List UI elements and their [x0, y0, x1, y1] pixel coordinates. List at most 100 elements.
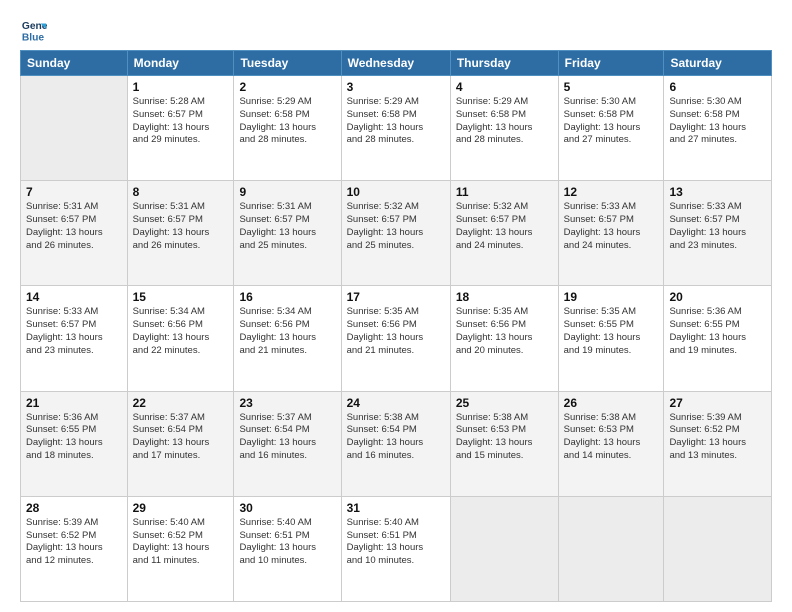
day-cell: 27 Sunrise: 5:39 AM Sunset: 6:52 PM Dayli… — [664, 391, 772, 496]
day-info: Sunrise: 5:29 AM Sunset: 6:58 PM Dayligh… — [347, 96, 445, 147]
day-cell: 10Sunrise: 5:32 AM Sunset: 6:57 PM Dayli… — [341, 181, 450, 286]
day-info: Sunrise: 5:38 AM Sunset: 6:54 PM Dayligh… — [347, 412, 445, 463]
day-cell: 21Sunrise: 5:36 AM Sunset: 6:55 PM Dayli… — [21, 391, 128, 496]
day-info: Sunrise: 5:40 AM Sunset: 6:52 PM Dayligh… — [133, 517, 229, 568]
day-cell: 13 Sunrise: 5:33 AM Sunset: 6:57 PM Dayli… — [664, 181, 772, 286]
day-number: 16 — [239, 290, 335, 304]
day-cell: 22 Sunrise: 5:37 AM Sunset: 6:54 PM Dayli… — [127, 391, 234, 496]
header-cell-saturday: Saturday — [664, 51, 772, 76]
day-cell: 15 Sunrise: 5:34 AM Sunset: 6:56 PM Dayli… — [127, 286, 234, 391]
header-row: SundayMondayTuesdayWednesdayThursdayFrid… — [21, 51, 772, 76]
day-number: 13 — [669, 185, 766, 199]
day-cell: 6 Sunrise: 5:30 AM Sunset: 6:58 PM Daylig… — [664, 76, 772, 181]
day-info: Sunrise: 5:33 AM Sunset: 6:57 PM Dayligh… — [564, 201, 659, 252]
day-number: 11 — [456, 185, 553, 199]
day-number: 20 — [669, 290, 766, 304]
day-cell: 8 Sunrise: 5:31 AM Sunset: 6:57 PM Daylig… — [127, 181, 234, 286]
day-info: Sunrise: 5:35 AM Sunset: 6:56 PM Dayligh… — [456, 306, 553, 357]
day-number: 18 — [456, 290, 553, 304]
day-number: 29 — [133, 501, 229, 515]
week-row-1: 1Sunrise: 5:28 AM Sunset: 6:57 PM Daylig… — [21, 76, 772, 181]
day-number: 26 — [564, 396, 659, 410]
day-cell — [558, 496, 664, 601]
day-cell: 18 Sunrise: 5:35 AM Sunset: 6:56 PM Dayli… — [450, 286, 558, 391]
day-info: Sunrise: 5:37 AM Sunset: 6:54 PM Dayligh… — [239, 412, 335, 463]
logo: General Blue — [20, 16, 50, 44]
day-number: 3 — [347, 80, 445, 94]
header-cell-tuesday: Tuesday — [234, 51, 341, 76]
week-row-3: 14 Sunrise: 5:33 AM Sunset: 6:57 PM Dayli… — [21, 286, 772, 391]
day-cell: 25 Sunrise: 5:38 AM Sunset: 6:53 PM Dayli… — [450, 391, 558, 496]
day-number: 28 — [26, 501, 122, 515]
calendar-header: SundayMondayTuesdayWednesdayThursdayFrid… — [21, 51, 772, 76]
day-info: Sunrise: 5:29 AM Sunset: 6:58 PM Dayligh… — [239, 96, 335, 147]
day-number: 12 — [564, 185, 659, 199]
week-row-5: 28 Sunrise: 5:39 AM Sunset: 6:52 PM Dayli… — [21, 496, 772, 601]
day-cell: 9Sunrise: 5:31 AM Sunset: 6:57 PM Daylig… — [234, 181, 341, 286]
day-number: 5 — [564, 80, 659, 94]
day-number: 15 — [133, 290, 229, 304]
day-cell: 31Sunrise: 5:40 AM Sunset: 6:51 PM Dayli… — [341, 496, 450, 601]
day-number: 27 — [669, 396, 766, 410]
day-number: 4 — [456, 80, 553, 94]
day-info: Sunrise: 5:39 AM Sunset: 6:52 PM Dayligh… — [26, 517, 122, 568]
day-cell: 14 Sunrise: 5:33 AM Sunset: 6:57 PM Dayli… — [21, 286, 128, 391]
day-cell: 23Sunrise: 5:37 AM Sunset: 6:54 PM Dayli… — [234, 391, 341, 496]
day-info: Sunrise: 5:33 AM Sunset: 6:57 PM Dayligh… — [26, 306, 122, 357]
day-cell: 2Sunrise: 5:29 AM Sunset: 6:58 PM Daylig… — [234, 76, 341, 181]
day-info: Sunrise: 5:38 AM Sunset: 6:53 PM Dayligh… — [564, 412, 659, 463]
header: General Blue — [20, 16, 772, 44]
day-number: 25 — [456, 396, 553, 410]
week-row-2: 7Sunrise: 5:31 AM Sunset: 6:57 PM Daylig… — [21, 181, 772, 286]
day-number: 21 — [26, 396, 122, 410]
day-cell: 28 Sunrise: 5:39 AM Sunset: 6:52 PM Dayli… — [21, 496, 128, 601]
svg-text:Blue: Blue — [22, 32, 45, 43]
day-number: 8 — [133, 185, 229, 199]
header-cell-monday: Monday — [127, 51, 234, 76]
header-cell-wednesday: Wednesday — [341, 51, 450, 76]
calendar-page: General Blue SundayMondayTuesdayWednesda… — [0, 0, 792, 612]
day-info: Sunrise: 5:32 AM Sunset: 6:57 PM Dayligh… — [456, 201, 553, 252]
day-info: Sunrise: 5:33 AM Sunset: 6:57 PM Dayligh… — [669, 201, 766, 252]
day-cell: 11 Sunrise: 5:32 AM Sunset: 6:57 PM Dayli… — [450, 181, 558, 286]
day-cell — [450, 496, 558, 601]
day-cell: 12 Sunrise: 5:33 AM Sunset: 6:57 PM Dayli… — [558, 181, 664, 286]
day-cell: 24 Sunrise: 5:38 AM Sunset: 6:54 PM Dayli… — [341, 391, 450, 496]
day-number: 19 — [564, 290, 659, 304]
day-cell: 19Sunrise: 5:35 AM Sunset: 6:55 PM Dayli… — [558, 286, 664, 391]
day-cell: 5Sunrise: 5:30 AM Sunset: 6:58 PM Daylig… — [558, 76, 664, 181]
day-info: Sunrise: 5:31 AM Sunset: 6:57 PM Dayligh… — [26, 201, 122, 252]
day-cell: 29 Sunrise: 5:40 AM Sunset: 6:52 PM Dayli… — [127, 496, 234, 601]
logo-icon: General Blue — [20, 16, 48, 44]
calendar-body: 1Sunrise: 5:28 AM Sunset: 6:57 PM Daylig… — [21, 76, 772, 602]
day-cell: 7Sunrise: 5:31 AM Sunset: 6:57 PM Daylig… — [21, 181, 128, 286]
day-info: Sunrise: 5:30 AM Sunset: 6:58 PM Dayligh… — [669, 96, 766, 147]
day-info: Sunrise: 5:40 AM Sunset: 6:51 PM Dayligh… — [239, 517, 335, 568]
day-info: Sunrise: 5:38 AM Sunset: 6:53 PM Dayligh… — [456, 412, 553, 463]
week-row-4: 21Sunrise: 5:36 AM Sunset: 6:55 PM Dayli… — [21, 391, 772, 496]
day-cell: 20 Sunrise: 5:36 AM Sunset: 6:55 PM Dayli… — [664, 286, 772, 391]
day-number: 30 — [239, 501, 335, 515]
day-info: Sunrise: 5:40 AM Sunset: 6:51 PM Dayligh… — [347, 517, 445, 568]
day-number: 17 — [347, 290, 445, 304]
day-info: Sunrise: 5:32 AM Sunset: 6:57 PM Dayligh… — [347, 201, 445, 252]
day-number: 14 — [26, 290, 122, 304]
day-info: Sunrise: 5:36 AM Sunset: 6:55 PM Dayligh… — [669, 306, 766, 357]
day-cell — [664, 496, 772, 601]
day-number: 24 — [347, 396, 445, 410]
day-number: 6 — [669, 80, 766, 94]
calendar-table: SundayMondayTuesdayWednesdayThursdayFrid… — [20, 50, 772, 602]
day-info: Sunrise: 5:35 AM Sunset: 6:56 PM Dayligh… — [347, 306, 445, 357]
header-cell-sunday: Sunday — [21, 51, 128, 76]
day-cell: 26 Sunrise: 5:38 AM Sunset: 6:53 PM Dayli… — [558, 391, 664, 496]
day-cell — [21, 76, 128, 181]
day-info: Sunrise: 5:34 AM Sunset: 6:56 PM Dayligh… — [239, 306, 335, 357]
day-number: 22 — [133, 396, 229, 410]
header-cell-thursday: Thursday — [450, 51, 558, 76]
day-info: Sunrise: 5:28 AM Sunset: 6:57 PM Dayligh… — [133, 96, 229, 147]
day-info: Sunrise: 5:34 AM Sunset: 6:56 PM Dayligh… — [133, 306, 229, 357]
day-info: Sunrise: 5:31 AM Sunset: 6:57 PM Dayligh… — [133, 201, 229, 252]
day-cell: 1Sunrise: 5:28 AM Sunset: 6:57 PM Daylig… — [127, 76, 234, 181]
day-info: Sunrise: 5:37 AM Sunset: 6:54 PM Dayligh… — [133, 412, 229, 463]
day-info: Sunrise: 5:39 AM Sunset: 6:52 PM Dayligh… — [669, 412, 766, 463]
